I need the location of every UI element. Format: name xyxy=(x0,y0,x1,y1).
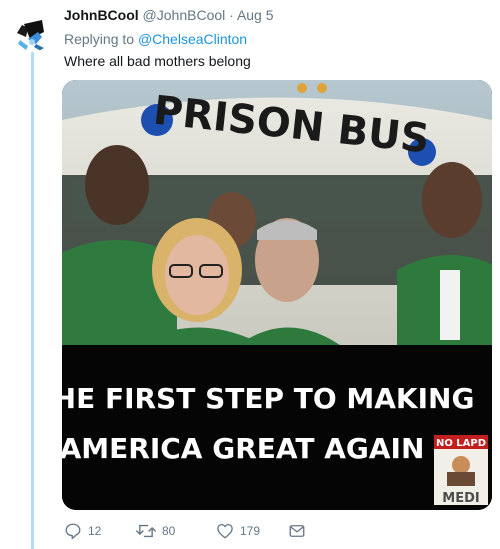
reply-count: 12 xyxy=(88,524,102,538)
thread-line xyxy=(31,52,34,549)
caption-line-2: AMERICA GREAT AGAIN xyxy=(62,432,424,465)
retweet-button[interactable]: 80 xyxy=(136,520,175,542)
envelope-icon xyxy=(289,525,305,537)
caption-line-1: THE FIRST STEP TO MAKING xyxy=(62,382,474,415)
like-count: 179 xyxy=(240,524,261,538)
reply-icon xyxy=(65,523,81,540)
meme-image: PRISON BUS THE FIRST STEP TO MAKING AMER… xyxy=(62,80,492,510)
watermark-top: NO LAPD xyxy=(436,438,486,449)
tweet-actions: 12 80 179 xyxy=(64,520,484,542)
like-button[interactable]: 179 xyxy=(216,520,260,542)
tweet-text: Where all bad mothers belong xyxy=(64,53,251,69)
heart-icon xyxy=(217,523,233,539)
avatar[interactable] xyxy=(8,6,54,52)
retweet-icon xyxy=(136,524,156,538)
tweet-header: JohnBCool @JohnBCool · Aug 5 xyxy=(64,6,274,24)
avatar-image xyxy=(8,6,54,52)
tweet-date[interactable]: Aug 5 xyxy=(237,7,274,23)
handle[interactable]: @JohnBCool xyxy=(143,7,226,23)
watermark-logo: NO LAPD MEDI xyxy=(434,435,488,506)
direct-message-button[interactable] xyxy=(288,520,306,542)
display-name[interactable]: JohnBCool xyxy=(64,7,139,23)
separator-dot: · xyxy=(229,7,234,23)
mention-link[interactable]: @ChelseaClinton xyxy=(138,31,247,47)
replying-prefix: Replying to xyxy=(64,31,135,47)
reply-button[interactable]: 12 xyxy=(64,520,101,542)
watermark-bottom: MEDI xyxy=(442,491,479,506)
retweet-count: 80 xyxy=(162,524,176,538)
tweet-media[interactable]: PRISON BUS THE FIRST STEP TO MAKING AMER… xyxy=(62,80,492,510)
replying-to: Replying to @ChelseaClinton xyxy=(64,30,247,48)
